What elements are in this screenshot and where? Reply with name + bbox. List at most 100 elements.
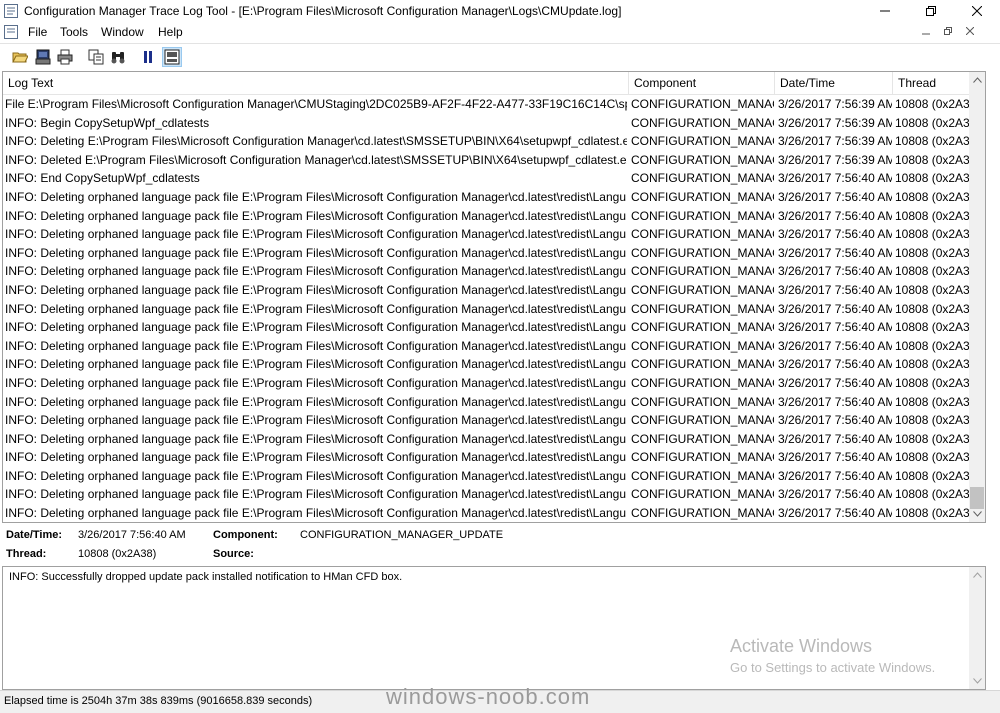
thread-cell: 10808 (0x2A38 bbox=[895, 430, 971, 449]
component-cell: CONFIGURATION_MANAGI bbox=[631, 151, 774, 170]
datetime-cell: 3/26/2017 7:56:40 AM bbox=[778, 337, 892, 356]
scroll-down-button[interactable] bbox=[969, 506, 985, 522]
mdi-restore-button[interactable] bbox=[940, 25, 956, 39]
toggle-details-button[interactable] bbox=[162, 47, 182, 67]
copy-button[interactable] bbox=[86, 47, 106, 67]
log-text-cell: INFO: Deleting orphaned language pack fi… bbox=[5, 393, 627, 412]
table-row[interactable]: INFO: Deleting orphaned language pack fi… bbox=[3, 448, 971, 467]
datetime-cell: 3/26/2017 7:56:40 AM bbox=[778, 169, 892, 188]
table-row[interactable]: INFO: Deleting orphaned language pack fi… bbox=[3, 188, 971, 207]
app-icon bbox=[4, 4, 18, 18]
table-row[interactable]: INFO: Deleting orphaned language pack fi… bbox=[3, 355, 971, 374]
table-row[interactable]: INFO: Deleting E:\Program Files\Microsof… bbox=[3, 132, 971, 151]
message-scroll-down-button[interactable] bbox=[969, 673, 985, 689]
table-row[interactable]: INFO: Deleting orphaned language pack fi… bbox=[3, 225, 971, 244]
activate-windows-subtitle: Go to Settings to activate Windows. bbox=[730, 660, 935, 675]
thread-cell: 10808 (0x2A38 bbox=[895, 411, 971, 430]
log-text-cell: INFO: Deleting orphaned language pack fi… bbox=[5, 281, 627, 300]
table-row[interactable]: INFO: Deleting orphaned language pack fi… bbox=[3, 318, 971, 337]
menu-file[interactable]: File bbox=[28, 25, 47, 39]
elapsed-time: Elapsed time is 2504h 37m 38s 839ms (901… bbox=[4, 695, 312, 707]
table-row[interactable]: INFO: Begin CopySetupWpf_cdlatestsCONFIG… bbox=[3, 114, 971, 133]
datetime-cell: 3/26/2017 7:56:40 AM bbox=[778, 281, 892, 300]
thread-cell: 10808 (0x2A38 bbox=[895, 132, 971, 151]
datetime-cell: 3/26/2017 7:56:40 AM bbox=[778, 355, 892, 374]
table-row[interactable]: INFO: Deleting orphaned language pack fi… bbox=[3, 300, 971, 319]
component-cell: CONFIGURATION_MANAGI bbox=[631, 188, 774, 207]
print-button[interactable] bbox=[55, 47, 75, 67]
restore-icon bbox=[944, 27, 952, 35]
table-row[interactable]: INFO: Deleting orphaned language pack fi… bbox=[3, 393, 971, 412]
thread-cell: 10808 (0x2A38 bbox=[895, 262, 971, 281]
chevron-up-icon bbox=[973, 77, 982, 83]
close-button[interactable] bbox=[954, 0, 1000, 22]
component-cell: CONFIGURATION_MANAGI bbox=[631, 95, 774, 114]
menu-bar: File Tools Window Help bbox=[0, 22, 1000, 42]
component-cell: CONFIGURATION_MANAGI bbox=[631, 169, 774, 188]
column-header-component[interactable]: Component bbox=[629, 72, 775, 94]
menu-tools[interactable]: Tools bbox=[60, 25, 88, 39]
toolbar bbox=[0, 43, 1000, 70]
table-row[interactable]: INFO: Deleting orphaned language pack fi… bbox=[3, 430, 971, 449]
column-header-datetime[interactable]: Date/Time bbox=[775, 72, 893, 94]
table-row[interactable]: INFO: Deleting orphaned language pack fi… bbox=[3, 207, 971, 226]
minimize-icon bbox=[922, 27, 930, 35]
restore-icon bbox=[926, 6, 936, 16]
datetime-cell: 3/26/2017 7:56:40 AM bbox=[778, 207, 892, 226]
table-row[interactable]: INFO: Deleted E:\Program Files\Microsoft… bbox=[3, 151, 971, 170]
column-header-thread[interactable]: Thread bbox=[893, 72, 971, 94]
menu-help[interactable]: Help bbox=[158, 25, 183, 39]
pause-icon bbox=[140, 49, 156, 65]
message-scroll-up-button[interactable] bbox=[969, 567, 985, 583]
table-row[interactable]: INFO: Deleting orphaned language pack fi… bbox=[3, 337, 971, 356]
thread-label: Thread: bbox=[6, 548, 46, 560]
component-cell: CONFIGURATION_MANAGI bbox=[631, 430, 774, 449]
datetime-cell: 3/26/2017 7:56:40 AM bbox=[778, 262, 892, 281]
mdi-close-button[interactable] bbox=[962, 25, 978, 39]
datetime-cell: 3/26/2017 7:56:40 AM bbox=[778, 244, 892, 263]
table-row[interactable]: INFO: Deleting orphaned language pack fi… bbox=[3, 485, 971, 504]
restore-button[interactable] bbox=[908, 0, 954, 22]
datetime-cell: 3/26/2017 7:56:40 AM bbox=[778, 430, 892, 449]
thread-cell: 10808 (0x2A38 bbox=[895, 244, 971, 263]
find-button[interactable] bbox=[108, 47, 128, 67]
table-row[interactable]: File E:\Program Files\Microsoft Configur… bbox=[3, 95, 971, 114]
table-row[interactable]: INFO: Deleting orphaned language pack fi… bbox=[3, 281, 971, 300]
scroll-up-button[interactable] bbox=[969, 72, 985, 88]
thread-cell: 10808 (0x2A38 bbox=[895, 485, 971, 504]
document-icon[interactable] bbox=[4, 25, 18, 39]
thread-cell: 10808 (0x2A38 bbox=[895, 355, 971, 374]
table-row[interactable]: INFO: Deleting orphaned language pack fi… bbox=[3, 411, 971, 430]
table-row[interactable]: INFO: Deleting orphaned language pack fi… bbox=[3, 504, 971, 523]
component-cell: CONFIGURATION_MANAGI bbox=[631, 337, 774, 356]
datetime-cell: 3/26/2017 7:56:39 AM bbox=[778, 114, 892, 133]
column-header-log-text[interactable]: Log Text bbox=[3, 72, 629, 94]
log-text-cell: INFO: Deleting orphaned language pack fi… bbox=[5, 225, 627, 244]
log-list-scrollbar[interactable] bbox=[969, 72, 985, 522]
title-bar: Configuration Manager Trace Log Tool - [… bbox=[0, 0, 1000, 22]
datetime-cell: 3/26/2017 7:56:40 AM bbox=[778, 374, 892, 393]
table-row[interactable]: INFO: End CopySetupWpf_cdlatestsCONFIGUR… bbox=[3, 169, 971, 188]
message-scrollbar[interactable] bbox=[969, 567, 985, 689]
datetime-label: Date/Time: bbox=[6, 529, 62, 541]
datetime-cell: 3/26/2017 7:56:40 AM bbox=[778, 393, 892, 412]
toggle-details-icon bbox=[164, 49, 180, 65]
log-list[interactable]: Log Text Component Date/Time Thread File… bbox=[2, 71, 986, 523]
table-row[interactable]: INFO: Deleting orphaned language pack fi… bbox=[3, 244, 971, 263]
component-cell: CONFIGURATION_MANAGI bbox=[631, 355, 774, 374]
table-row[interactable]: INFO: Deleting orphaned language pack fi… bbox=[3, 467, 971, 486]
menu-window[interactable]: Window bbox=[101, 25, 144, 39]
table-row[interactable]: INFO: Deleting orphaned language pack fi… bbox=[3, 262, 971, 281]
print-preview-button[interactable] bbox=[33, 47, 53, 67]
table-row[interactable]: INFO: Deleting orphaned language pack fi… bbox=[3, 374, 971, 393]
pause-button[interactable] bbox=[138, 47, 158, 67]
datetime-cell: 3/26/2017 7:56:39 AM bbox=[778, 151, 892, 170]
mdi-minimize-button[interactable] bbox=[918, 25, 934, 39]
component-cell: CONFIGURATION_MANAGI bbox=[631, 262, 774, 281]
open-button[interactable] bbox=[10, 47, 30, 67]
component-cell: CONFIGURATION_MANAGI bbox=[631, 467, 774, 486]
minimize-button[interactable] bbox=[862, 0, 908, 22]
component-cell: CONFIGURATION_MANAGI bbox=[631, 374, 774, 393]
log-text-cell: INFO: Deleting orphaned language pack fi… bbox=[5, 411, 627, 430]
site-watermark: windows-noob.com bbox=[386, 684, 590, 710]
